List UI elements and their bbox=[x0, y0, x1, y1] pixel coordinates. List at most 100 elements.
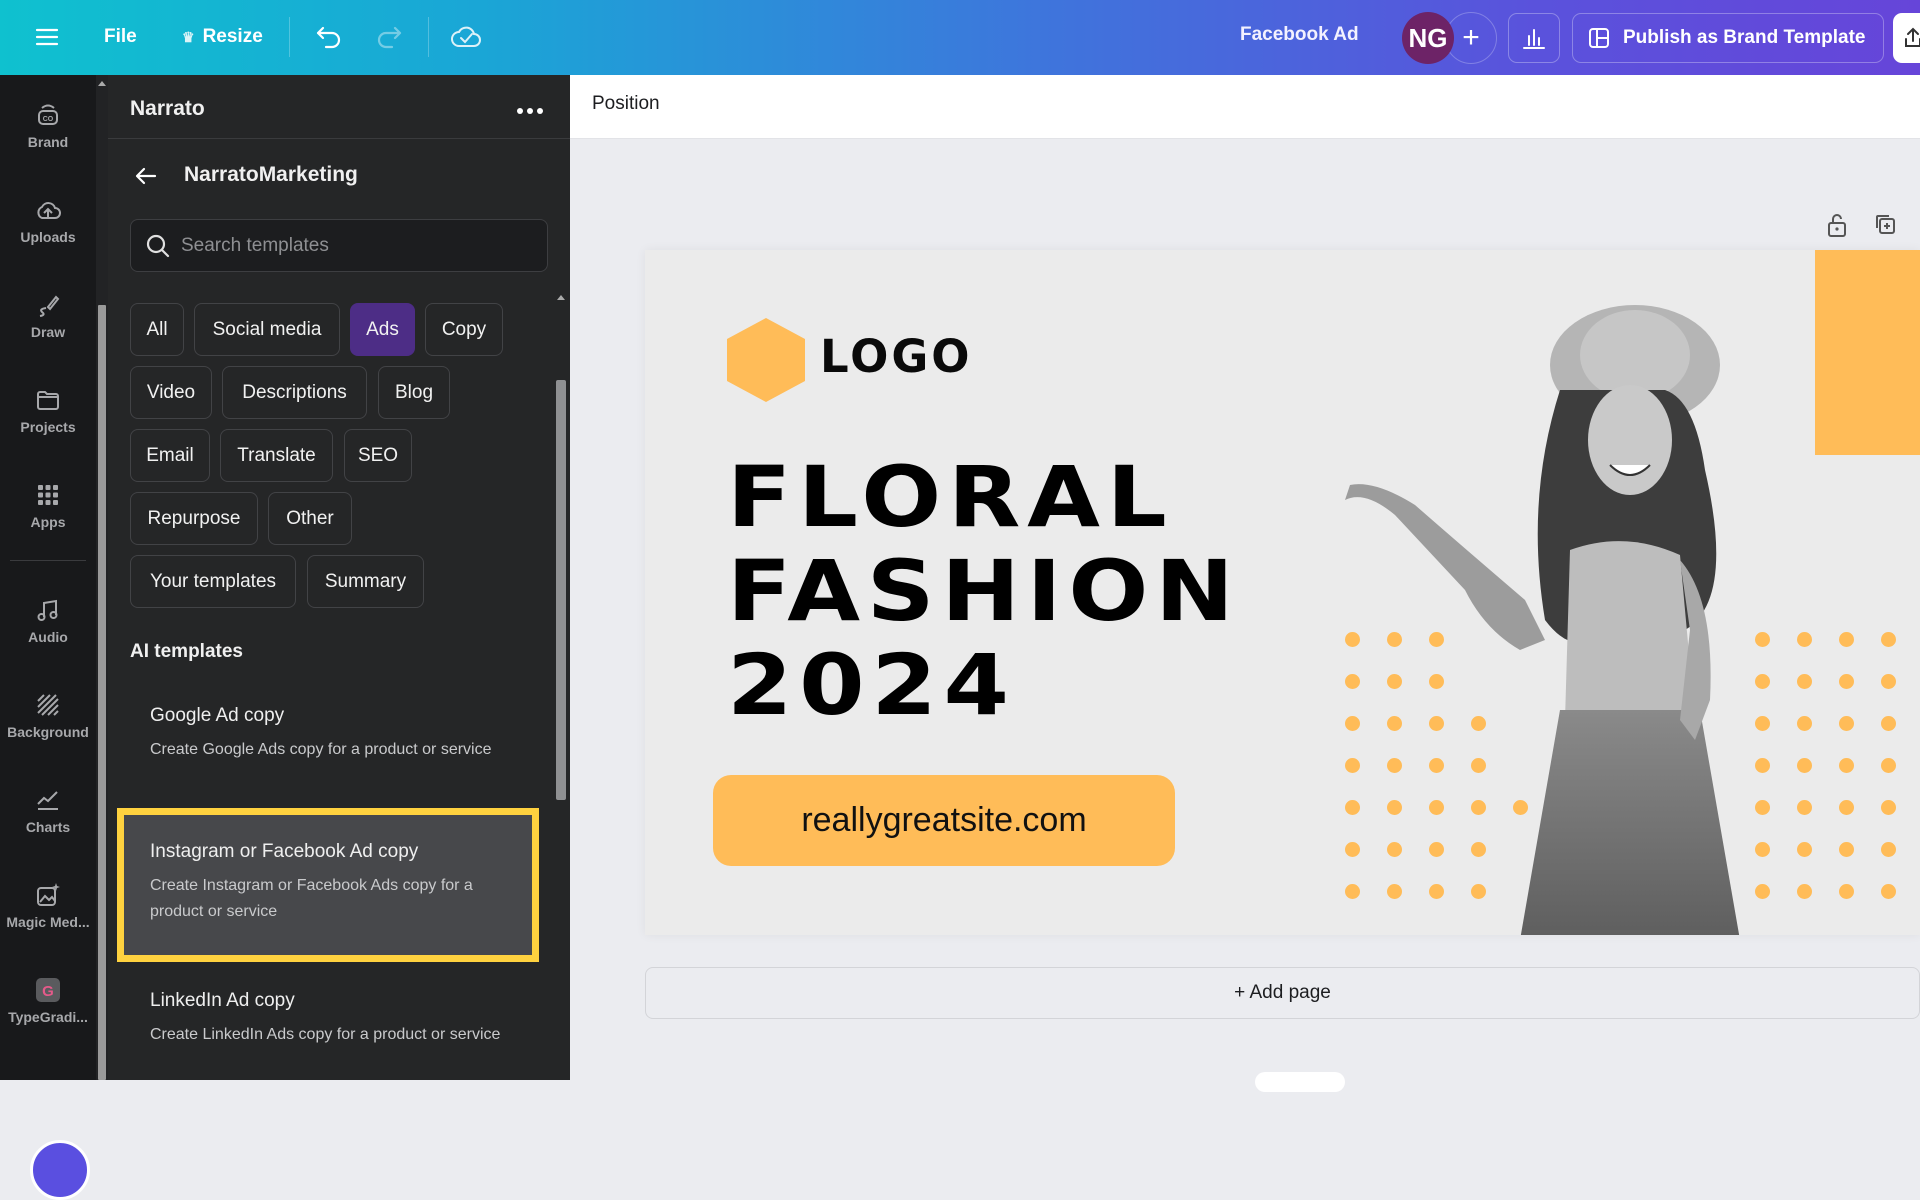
share-button[interactable] bbox=[1893, 13, 1920, 63]
magic-media-icon bbox=[37, 882, 60, 906]
decorative-dot bbox=[1839, 674, 1854, 689]
template-name: Google Ad copy bbox=[150, 705, 285, 726]
template-name: LinkedIn Ad copy bbox=[150, 990, 295, 1011]
template-instagram-facebook-ad-copy[interactable]: Instagram or Facebook Ad copy Create Ins… bbox=[117, 808, 539, 962]
design-page[interactable]: LOGO FLORAL FASHION 2024 reallygreatsite… bbox=[645, 250, 1920, 935]
rail-item-magic-media[interactable]: Magic Med... bbox=[0, 865, 96, 945]
duplicate-page-button[interactable] bbox=[1873, 212, 1903, 242]
rail-scrollbar-thumb[interactable] bbox=[98, 305, 106, 1080]
svg-text:G: G bbox=[42, 983, 54, 1000]
hamburger-menu-icon[interactable] bbox=[30, 20, 64, 54]
insights-button[interactable] bbox=[1508, 13, 1560, 63]
search-templates-input[interactable] bbox=[181, 234, 547, 257]
chip-translate[interactable]: Translate bbox=[220, 429, 333, 482]
rail-item-projects[interactable]: Projects bbox=[0, 370, 96, 450]
decorative-dot bbox=[1839, 758, 1854, 773]
chip-all[interactable]: All bbox=[130, 303, 184, 356]
rail-item-apps[interactable]: Apps bbox=[0, 465, 96, 545]
position-button[interactable]: Position bbox=[592, 93, 660, 115]
panel-scrollbar[interactable] bbox=[556, 295, 566, 1080]
resize-label: Resize bbox=[202, 26, 263, 47]
draw-pen-icon bbox=[39, 295, 60, 317]
rail-label: TypeGradi... bbox=[8, 1008, 88, 1025]
rail-label: Audio bbox=[28, 628, 68, 645]
context-toolbar: Position bbox=[570, 75, 1920, 139]
rail-item-audio[interactable]: Audio bbox=[0, 580, 96, 660]
chip-video[interactable]: Video bbox=[130, 366, 212, 419]
rail-label: Projects bbox=[20, 418, 76, 435]
rail-item-uploads[interactable]: Uploads bbox=[0, 180, 96, 260]
chip-ads[interactable]: Ads bbox=[350, 303, 415, 356]
unlock-icon bbox=[1828, 214, 1846, 237]
chip-descriptions[interactable]: Descriptions bbox=[222, 366, 367, 419]
rail-item-draw[interactable]: Draw bbox=[0, 275, 96, 355]
music-note-icon bbox=[37, 599, 58, 621]
chip-summary[interactable]: Summary bbox=[307, 555, 424, 608]
decorative-dot bbox=[1839, 842, 1854, 857]
scroll-up-arrow-icon[interactable] bbox=[557, 295, 565, 300]
resize-button[interactable]: ♛ Resize bbox=[170, 18, 275, 56]
publish-brand-template-button[interactable]: Publish as Brand Template bbox=[1572, 13, 1885, 63]
panel-scrollbar-thumb[interactable] bbox=[556, 380, 566, 800]
crown-icon: ♛ bbox=[182, 28, 195, 45]
cloud-upload-icon bbox=[37, 201, 61, 219]
rail-item-brand[interactable]: CO Brand bbox=[0, 85, 96, 165]
more-dot bbox=[537, 108, 543, 114]
lock-page-button[interactable] bbox=[1825, 212, 1855, 242]
logo-text[interactable]: LOGO bbox=[820, 330, 973, 383]
website-url-box[interactable]: reallygreatsite.com bbox=[713, 775, 1175, 866]
scroll-up-arrow-icon[interactable] bbox=[98, 81, 106, 86]
chip-blog[interactable]: Blog bbox=[378, 366, 450, 419]
undo-button[interactable] bbox=[310, 18, 348, 56]
template-linkedin-ad-copy[interactable]: LinkedIn Ad copy Create LinkedIn Ads cop… bbox=[130, 972, 540, 1066]
chip-your-templates[interactable]: Your templates bbox=[130, 555, 296, 608]
template-google-ad-copy[interactable]: Google Ad copy Create Google Ads copy fo… bbox=[130, 687, 540, 781]
chip-email[interactable]: Email bbox=[130, 429, 210, 482]
rail-item-typegradient[interactable]: G TypeGradi... bbox=[0, 960, 96, 1040]
rail-label: Magic Med... bbox=[6, 913, 90, 930]
search-templates-field[interactable] bbox=[130, 219, 548, 272]
decorative-dot bbox=[1881, 632, 1896, 647]
line-chart-icon bbox=[37, 790, 58, 810]
headline-line: FASHION bbox=[727, 542, 1241, 640]
decorative-dot bbox=[1881, 842, 1896, 857]
rail-bottom-app-icon[interactable] bbox=[30, 1140, 90, 1200]
folder-icon bbox=[37, 390, 59, 410]
panel-divider bbox=[108, 138, 570, 139]
rail-item-background[interactable]: Background bbox=[0, 675, 96, 755]
add-page-button[interactable]: + Add page bbox=[645, 967, 1920, 1019]
chip-other[interactable]: Other bbox=[268, 492, 352, 545]
page-navigation-pill[interactable] bbox=[1255, 1072, 1345, 1092]
chip-social-media[interactable]: Social media bbox=[194, 303, 340, 356]
file-menu-button[interactable]: File bbox=[92, 18, 149, 56]
more-options-button[interactable] bbox=[508, 95, 552, 127]
decorative-dot bbox=[1881, 674, 1896, 689]
logo-hexagon-icon[interactable] bbox=[727, 318, 805, 402]
back-button[interactable] bbox=[130, 160, 162, 192]
ai-templates-heading: AI templates bbox=[130, 641, 243, 662]
more-dot bbox=[527, 108, 533, 114]
document-title[interactable]: Facebook Ad bbox=[1240, 24, 1359, 46]
model-photo[interactable] bbox=[1345, 300, 1825, 935]
rail-item-charts[interactable]: Charts bbox=[0, 770, 96, 850]
narrato-app-panel: Narrato NarratoMarketing All Social medi… bbox=[108, 75, 570, 1080]
rail-label: Apps bbox=[30, 513, 66, 530]
template-description: Create Instagram or Facebook Ads copy fo… bbox=[150, 877, 473, 920]
chip-repurpose[interactable]: Repurpose bbox=[130, 492, 258, 545]
more-horizontal-icon bbox=[517, 108, 523, 114]
headline-line: FLORAL bbox=[727, 448, 1174, 546]
chip-seo[interactable]: SEO bbox=[344, 429, 412, 482]
orange-accent-block[interactable] bbox=[1815, 250, 1920, 455]
rail-label: Uploads bbox=[20, 228, 76, 245]
rail-scrollbar[interactable] bbox=[96, 75, 108, 1080]
typegradient-app-icon: G bbox=[36, 977, 60, 1002]
decorative-dot bbox=[1881, 758, 1896, 773]
panel-title: Narrato bbox=[130, 97, 205, 120]
rail-label: Brand bbox=[27, 133, 69, 150]
save-status-button[interactable] bbox=[446, 18, 486, 56]
chip-copy[interactable]: Copy bbox=[425, 303, 503, 356]
redo-button[interactable] bbox=[370, 18, 408, 56]
template-description: Create LinkedIn Ads copy for a product o… bbox=[150, 1026, 501, 1043]
headline-text[interactable]: FLORAL FASHION 2024 bbox=[727, 450, 1241, 732]
user-avatar[interactable]: NG bbox=[1402, 12, 1454, 64]
